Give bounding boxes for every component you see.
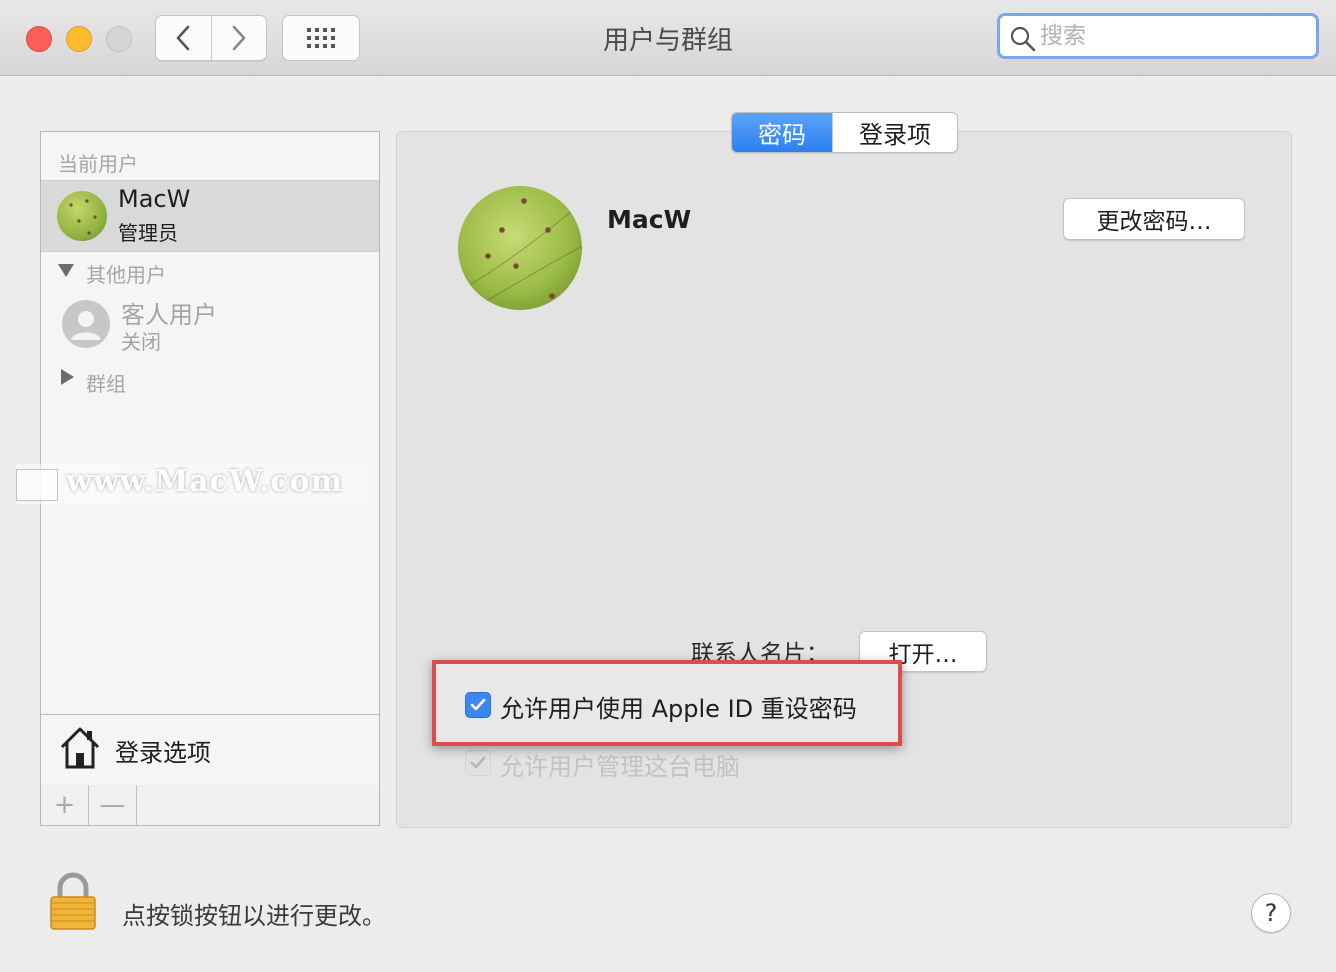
guest-user-name[interactable]: 客人用户 — [121, 295, 217, 330]
help-button[interactable]: ? — [1251, 893, 1291, 933]
house-icon — [60, 727, 100, 769]
search-icon — [1010, 26, 1036, 52]
disclosure-down-icon[interactable] — [58, 264, 74, 277]
person-icon — [71, 311, 101, 340]
login-options-label: 登录选项 — [115, 739, 211, 767]
disclosure-right-icon[interactable] — [61, 369, 74, 385]
other-users-header: 其他用户 — [86, 263, 166, 287]
change-password-button[interactable]: 更改密码… — [1063, 198, 1245, 240]
user-avatar-large[interactable] — [458, 186, 582, 310]
cactus-avatar-image — [467, 198, 582, 307]
remove-user-button[interactable]: — — [89, 785, 137, 825]
lock-icon — [50, 872, 96, 930]
lock-hint-text: 点按锁按钮以进行更改。 — [122, 902, 386, 930]
admin-checkbox-label: 允许用户管理这台电脑 — [500, 753, 740, 781]
cactus-avatar-image — [69, 199, 97, 235]
tab-login-items[interactable]: 登录项 — [832, 113, 957, 152]
lock-button[interactable] — [48, 872, 98, 936]
tab-bar: 密码 登录项 — [731, 112, 958, 153]
login-options-item[interactable]: 登录选项 — [41, 714, 379, 786]
current-user-role: 管理员 — [118, 221, 178, 245]
current-user-name: MacW — [118, 185, 191, 213]
add-remove-bar: + — — [41, 785, 379, 825]
annotation-highlight-box — [432, 660, 902, 746]
checkmark-icon — [470, 756, 486, 769]
search-field[interactable] — [997, 13, 1319, 59]
avatar — [57, 191, 107, 241]
admin-checkbox[interactable] — [465, 750, 491, 776]
title-bar: 用户与群组 — [0, 0, 1336, 76]
current-users-header: 当前用户 — [58, 152, 138, 176]
search-input[interactable] — [1040, 22, 1310, 50]
tab-password[interactable]: 密码 — [732, 113, 832, 152]
groups-label[interactable]: 群组 — [86, 368, 126, 397]
image-icon — [16, 469, 58, 501]
user-name-heading: MacW — [607, 205, 692, 234]
guest-avatar — [62, 300, 110, 348]
sidebar-item-current-user[interactable]: MacW 管理员 — [41, 180, 379, 252]
watermark-text: www.MacW.com — [66, 464, 344, 499]
guest-user-status: 关闭 — [121, 330, 161, 354]
watermark: www.MacW.com — [16, 464, 368, 504]
add-user-button[interactable]: + — [41, 785, 89, 825]
